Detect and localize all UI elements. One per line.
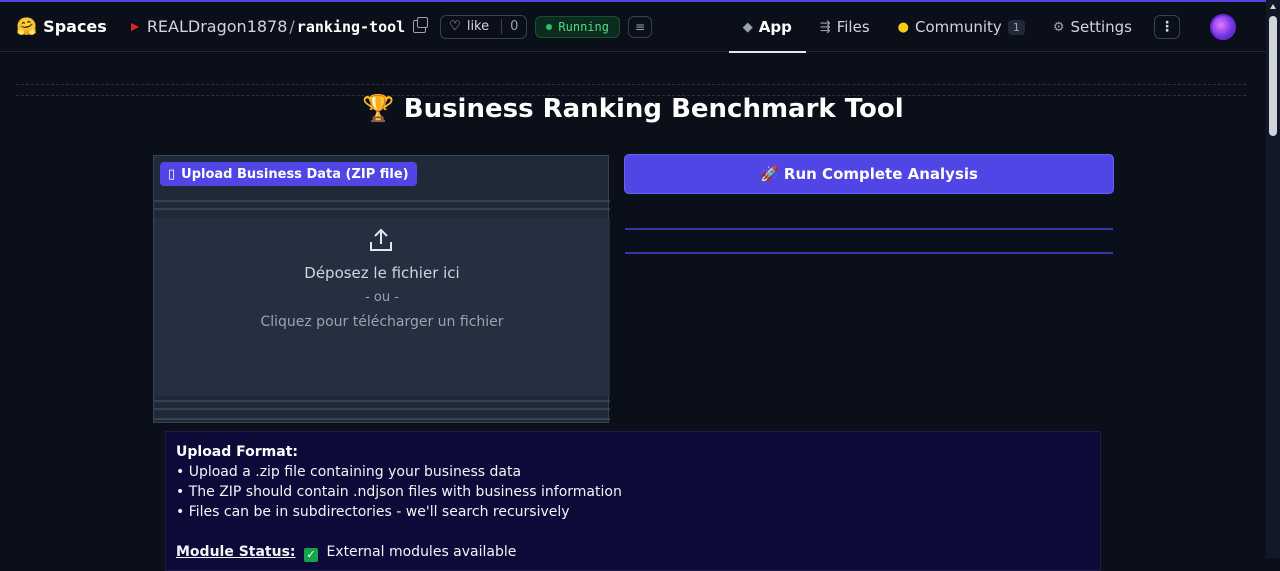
upload-label-text: Upload Business Data (ZIP file) (181, 166, 409, 182)
tab-app[interactable]: ◆ App (728, 2, 806, 53)
drop-text: Déposez le fichier ici (304, 264, 460, 282)
run-analysis-button[interactable]: 🚀 Run Complete Analysis (625, 155, 1113, 193)
scroll-up-icon[interactable] (1270, 4, 1276, 9)
like-label: like (466, 19, 490, 34)
tab-app-label: App (758, 18, 792, 36)
info-title: Upload Format: (176, 444, 298, 460)
status-badge[interactable]: Running (535, 15, 620, 38)
upload-arrow-icon (370, 228, 392, 251)
divider-line (154, 408, 610, 410)
upload-format-info: Upload Format: • Upload a .zip file cont… (165, 431, 1101, 571)
owner-link[interactable]: REALDragon1878 (147, 17, 288, 36)
path-separator: / (289, 17, 295, 36)
file-drop-zone[interactable]: Déposez le fichier ici - ou - Cliquez po… (154, 218, 610, 396)
like-count: 0 (501, 19, 518, 34)
render-artifact-row (625, 228, 1113, 254)
tab-community[interactable]: ● Community 1 (884, 2, 1039, 52)
divider-line (154, 208, 610, 210)
tab-files[interactable]: ⇶ Files (806, 2, 884, 52)
module-status: Module Status: ✓ External modules availa… (176, 542, 1090, 562)
like-button[interactable]: ♡ like 0 (440, 14, 528, 39)
drop-or-text: - ou - (365, 290, 399, 305)
divider-line (154, 200, 610, 202)
community-count: 1 (1007, 19, 1025, 35)
status-dot-icon (546, 23, 553, 30)
space-tabs: ◆ App ⇶ Files ● Community 1 ⚙ Settings ⋮ (728, 2, 1236, 53)
kebab-menu-icon: ⋮ (1160, 19, 1174, 35)
huggingface-logo-icon[interactable]: 🤗 (16, 17, 37, 37)
heart-icon: ♡ (449, 19, 461, 34)
community-icon: ● (897, 19, 909, 35)
top-navbar: 🤗 Spaces REALDragon1878 / ranking-tool ♡… (0, 0, 1266, 53)
divider-line (154, 418, 610, 420)
tab-settings[interactable]: ⚙ Settings (1039, 2, 1146, 52)
repo-name-link[interactable]: ranking-tool (297, 18, 405, 36)
page-scrollbar[interactable] (1266, 0, 1280, 558)
tab-files-label: Files (836, 18, 870, 36)
gear-icon: ⚙ (1052, 19, 1065, 35)
info-line: • Files can be in subdirectories - we'll… (176, 504, 570, 520)
logs-button[interactable]: ≡ (627, 15, 652, 38)
tab-community-label: Community (914, 18, 1002, 36)
spaces-link[interactable]: Spaces (43, 17, 107, 36)
status-label: Running (558, 19, 609, 34)
info-line: • The ZIP should contain .ndjson files w… (176, 484, 622, 500)
owner-avatar-icon (130, 22, 139, 31)
more-menu-button[interactable]: ⋮ (1154, 15, 1180, 39)
file-icon: ▯ (168, 166, 176, 182)
check-icon: ✓ (303, 548, 318, 562)
upload-panel: ▯ Upload Business Data (ZIP file) Dépose… (153, 155, 610, 423)
divider-line (154, 400, 610, 402)
logs-icon: ≡ (634, 19, 646, 34)
user-avatar[interactable] (1210, 14, 1236, 40)
info-line: • Upload a .zip file containing your bus… (176, 464, 522, 480)
cube-icon: ◆ (742, 19, 753, 35)
copy-icon[interactable] (413, 17, 429, 33)
tab-settings-label: Settings (1070, 18, 1132, 36)
page-title: 🏆 Business Ranking Benchmark Tool (362, 94, 904, 124)
scroll-thumb[interactable] (1269, 16, 1277, 136)
files-icon: ⇶ (819, 19, 831, 35)
drop-click-text: Cliquez pour télécharger un fichier (260, 314, 504, 330)
upload-label-badge: ▯ Upload Business Data (ZIP file) (160, 162, 417, 186)
